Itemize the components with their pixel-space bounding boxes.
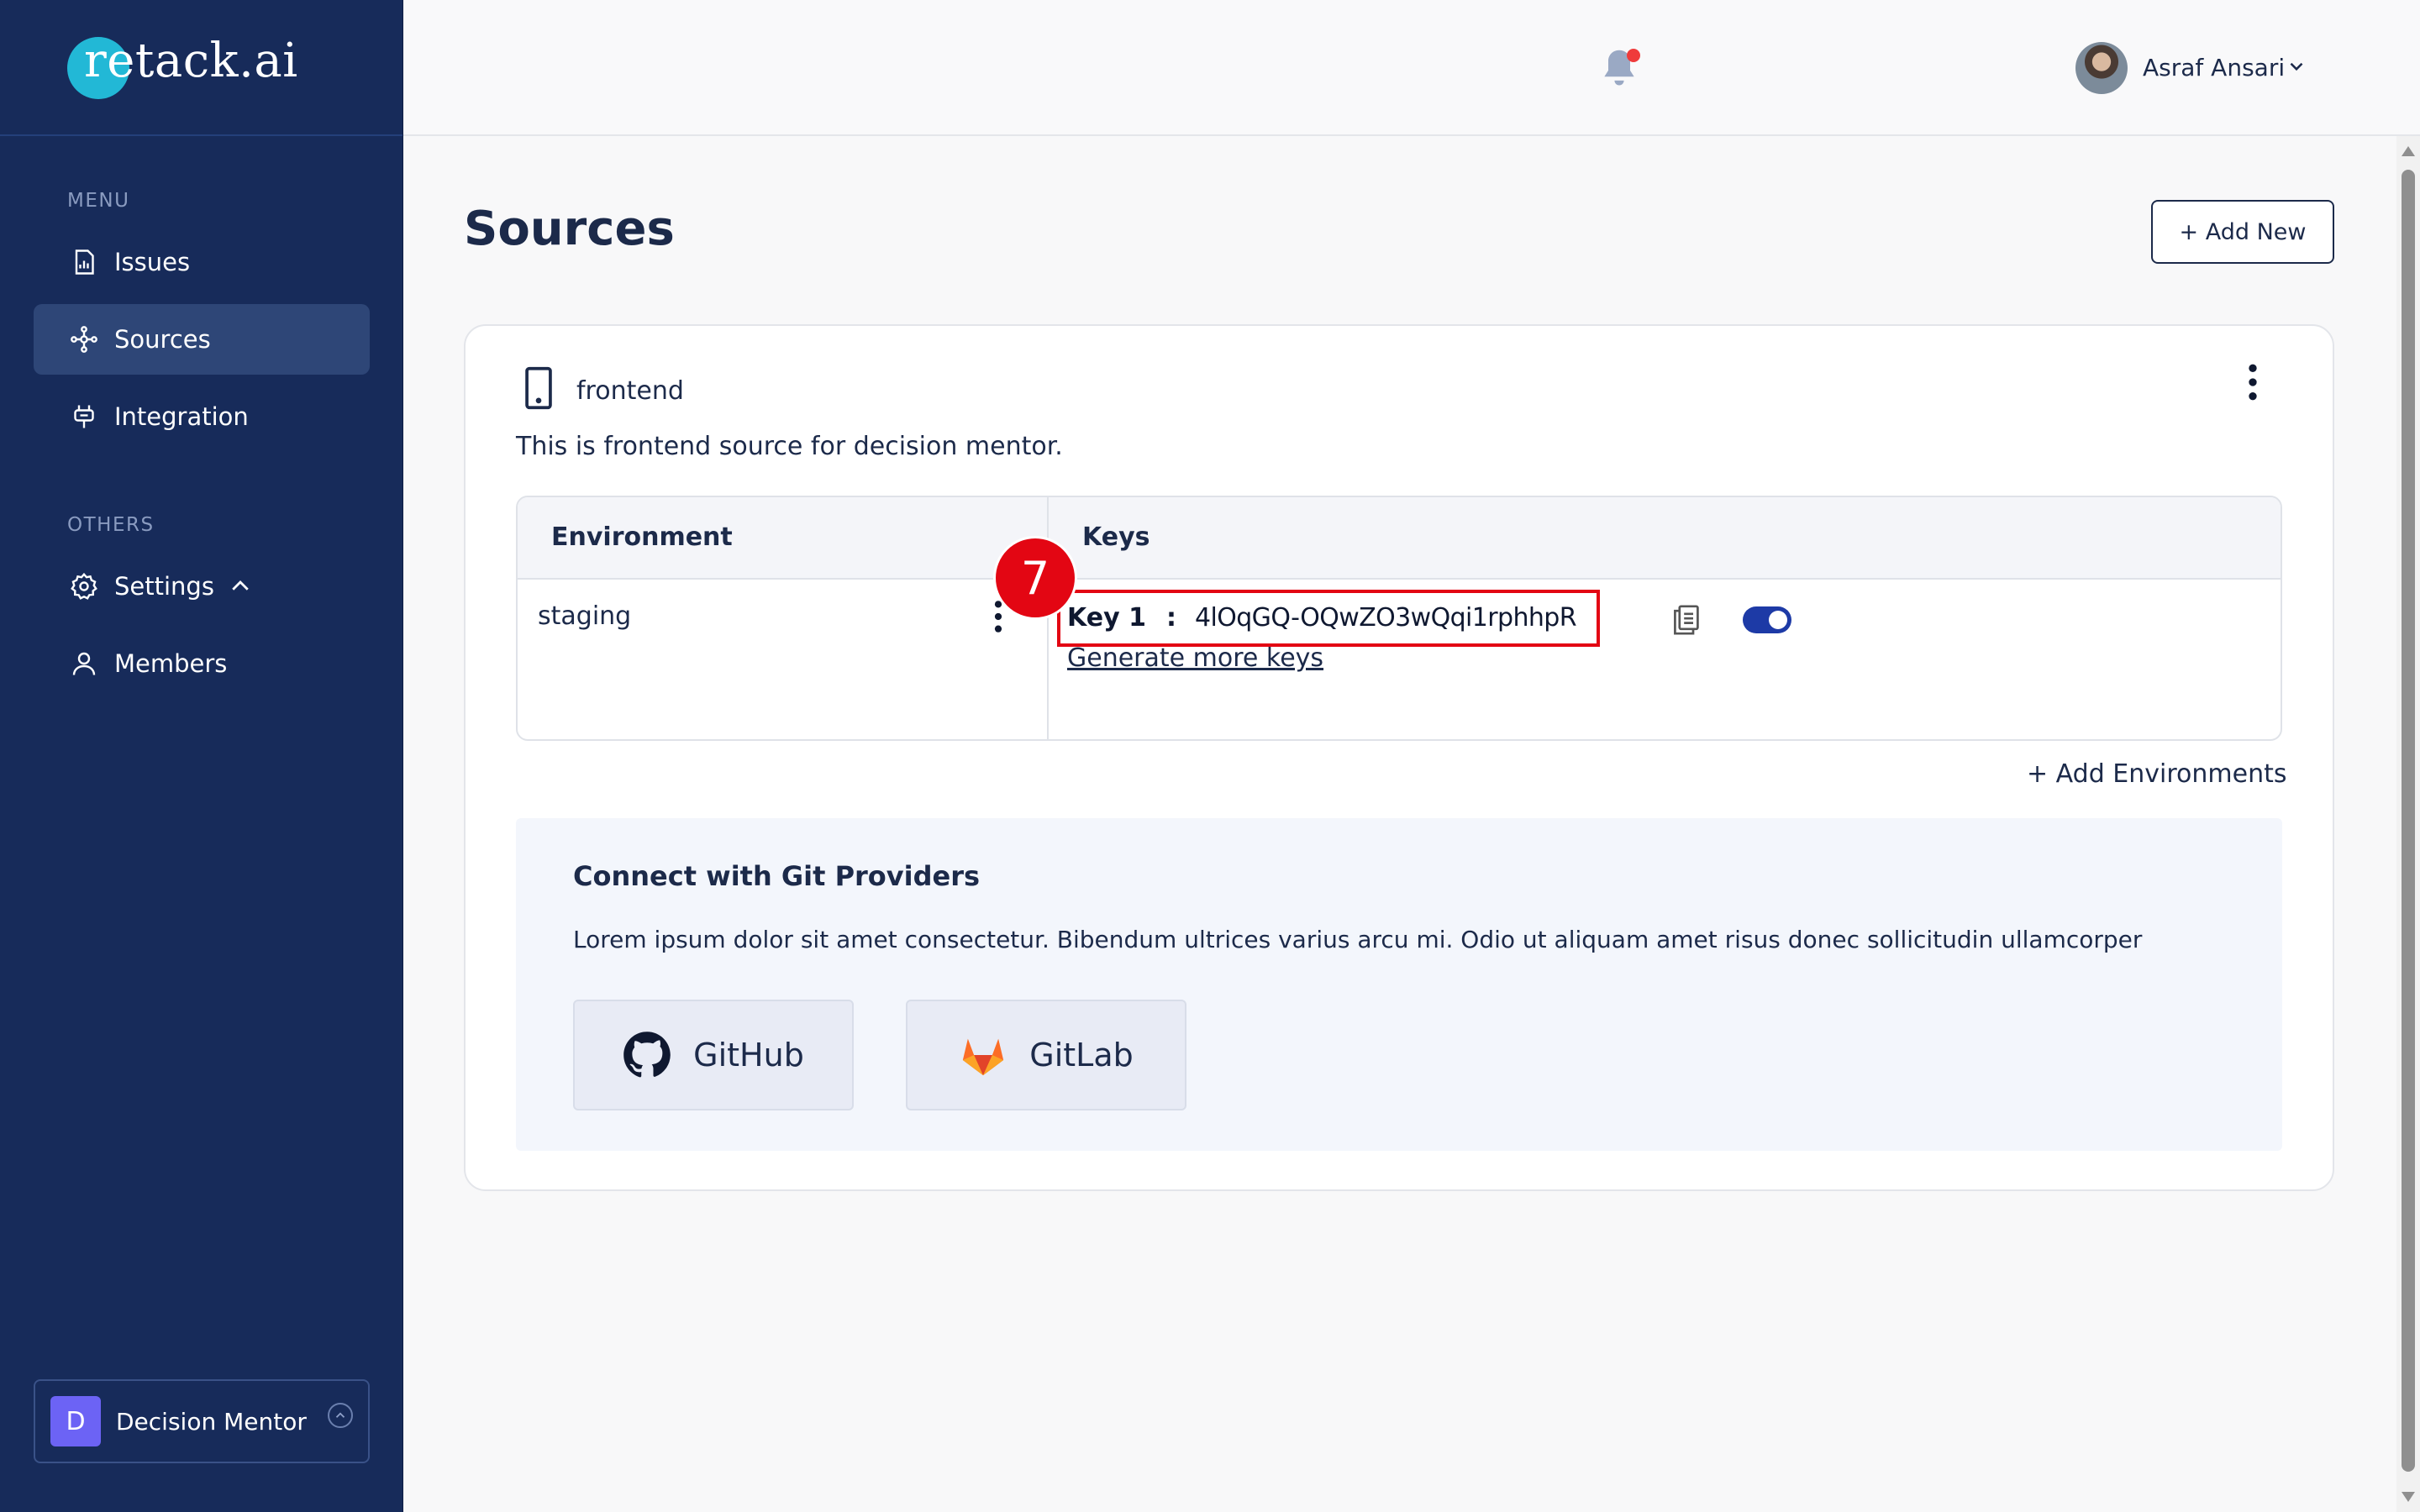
sidebar-item-label: Settings xyxy=(114,572,214,601)
github-label: GitHub xyxy=(693,1037,804,1074)
github-icon xyxy=(623,1032,671,1078)
report-icon xyxy=(75,249,94,275)
gear-icon xyxy=(71,572,97,600)
chevron-up-circle-icon[interactable] xyxy=(328,1403,353,1428)
logo[interactable]: retack.ai xyxy=(0,0,402,136)
key-separator: : xyxy=(1166,603,1176,633)
copy-icon[interactable] xyxy=(1670,603,1701,637)
environment-name: staging xyxy=(538,601,632,631)
gitlab-button[interactable]: GitLab xyxy=(906,1000,1186,1110)
table-header: Environment Keys xyxy=(518,497,2281,580)
sidebar-item-label: Integration xyxy=(114,402,249,431)
nodes-icon xyxy=(71,326,97,353)
github-button[interactable]: GitHub xyxy=(573,1000,854,1110)
user-icon xyxy=(72,652,96,675)
add-new-button[interactable]: + Add New xyxy=(2151,200,2334,264)
sidebar-item-label: Sources xyxy=(114,325,211,354)
workspace-switcher[interactable]: D Decision Mentor xyxy=(34,1379,370,1463)
sidebar-item-integration[interactable]: Integration xyxy=(34,381,370,452)
chevron-down-icon[interactable] xyxy=(2286,55,2307,77)
step-badge: 7 xyxy=(993,536,1077,620)
plug-icon xyxy=(74,405,94,428)
add-environments-link[interactable]: + Add Environments xyxy=(2027,759,2286,789)
others-section-label: OTHERS xyxy=(67,514,155,536)
workspace-name: Decision Mentor xyxy=(116,1407,307,1436)
notification-dot xyxy=(1627,49,1640,62)
toggle-knob xyxy=(1769,611,1787,629)
scroll-thumb[interactable] xyxy=(2402,170,2415,1472)
git-providers-description: Lorem ipsum dolor sit amet consectetur. … xyxy=(573,926,2143,953)
sidebar-item-settings[interactable]: Settings xyxy=(34,551,370,622)
key-value[interactable]: 4lOqGQ-OQwZO3wQqi1rphhpR xyxy=(1195,603,1577,633)
gitlab-icon xyxy=(963,1038,1004,1076)
page-scrollbar[interactable] xyxy=(2396,136,2420,1512)
column-divider xyxy=(1047,497,1049,739)
sidebar-item-members[interactable]: Members xyxy=(34,628,370,699)
key-label: Key 1 xyxy=(1067,603,1146,633)
column-header-environment: Environment xyxy=(551,522,733,552)
sidebar-item-label: Members xyxy=(114,649,228,678)
sidebar-item-issues[interactable]: Issues xyxy=(34,227,370,297)
page-title: Sources xyxy=(464,202,675,256)
chevron-up-icon xyxy=(232,580,249,591)
logo-text: retack.ai xyxy=(84,34,298,88)
sidebar: retack.ai MENU Issues Sources Integratio… xyxy=(0,0,403,1512)
source-name: frontend xyxy=(576,376,684,406)
sidebar-item-sources[interactable]: Sources xyxy=(34,304,370,375)
menu-section-label: MENU xyxy=(67,190,130,212)
more-options-icon[interactable] xyxy=(2238,361,2267,403)
scroll-up-icon[interactable] xyxy=(2402,146,2415,156)
git-providers-title: Connect with Git Providers xyxy=(573,860,981,892)
mobile-device-icon xyxy=(525,366,552,410)
sidebar-item-label: Issues xyxy=(114,248,191,276)
avatar[interactable] xyxy=(2075,42,2128,94)
workspace-avatar: D xyxy=(50,1396,101,1446)
key-enabled-toggle[interactable] xyxy=(1743,606,1791,633)
scroll-down-icon[interactable] xyxy=(2402,1492,2415,1502)
source-description: This is frontend source for decision men… xyxy=(516,432,1063,461)
column-header-keys: Keys xyxy=(1082,522,1150,552)
user-name[interactable]: Asraf Ansari xyxy=(2143,54,2285,81)
generate-more-keys-link[interactable]: Generate more keys xyxy=(1067,643,1323,673)
gitlab-label: GitLab xyxy=(1029,1037,1134,1074)
